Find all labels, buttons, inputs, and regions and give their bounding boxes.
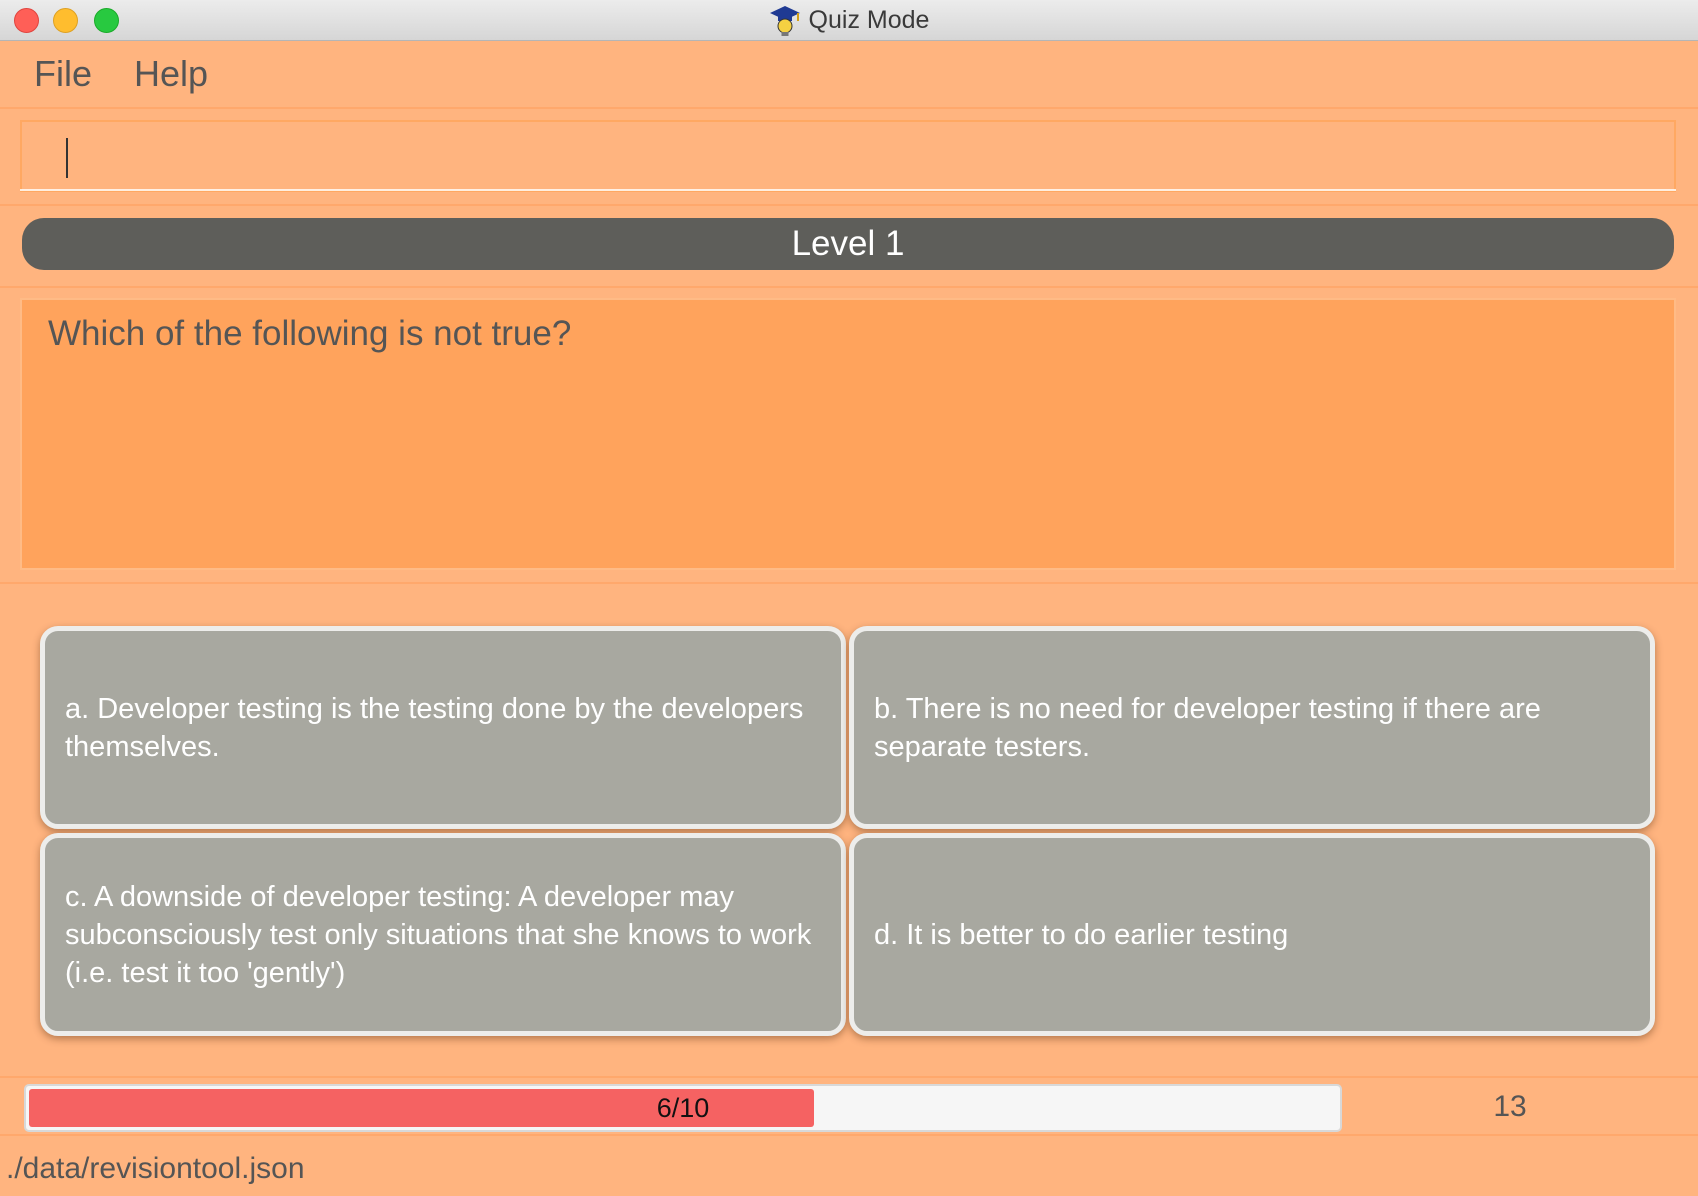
- command-box: [20, 120, 1676, 192]
- title-wrap: Quiz Mode: [0, 0, 1698, 41]
- divider: [0, 286, 1698, 288]
- divider: [0, 1134, 1698, 1136]
- divider: [0, 1076, 1698, 1078]
- progress-label: 6/10: [656, 1092, 710, 1123]
- menu-bar: File Help: [0, 41, 1698, 109]
- divider: [0, 582, 1698, 584]
- command-underline: [20, 189, 1676, 191]
- menu-help[interactable]: Help: [134, 53, 208, 95]
- graduation-cap-lightbulb-icon: [769, 5, 800, 36]
- command-input[interactable]: [22, 122, 1674, 190]
- menu-file[interactable]: File: [34, 53, 92, 95]
- option-b-button[interactable]: b. There is no need for developer testin…: [849, 626, 1655, 829]
- question-text: Which of the following is not true?: [48, 314, 572, 353]
- counter-value: 13: [1493, 1090, 1527, 1123]
- option-a-button[interactable]: a. Developer testing is the testing done…: [40, 626, 846, 829]
- level-bar: Level 1: [22, 218, 1674, 270]
- option-a-text: a. Developer testing is the testing done…: [65, 692, 804, 763]
- option-d-button[interactable]: d. It is better to do earlier testing: [849, 833, 1655, 1036]
- option-c-button[interactable]: c. A downside of developer testing: A de…: [40, 833, 846, 1036]
- level-label: Level 1: [791, 224, 905, 263]
- option-b-text: b. There is no need for developer testin…: [874, 692, 1541, 763]
- title-bar: Quiz Mode: [0, 0, 1698, 41]
- progress-bar: 6/10: [24, 1084, 1342, 1132]
- status-file-path: ./data/revisiontool.json: [6, 1152, 305, 1185]
- option-c-text: c. A downside of developer testing: A de…: [65, 880, 812, 989]
- divider: [0, 204, 1698, 206]
- question-panel: Which of the following is not true?: [20, 298, 1676, 570]
- text-caret: [66, 138, 68, 178]
- option-d-text: d. It is better to do earlier testing: [874, 918, 1289, 951]
- window-title: Quiz Mode: [808, 6, 930, 34]
